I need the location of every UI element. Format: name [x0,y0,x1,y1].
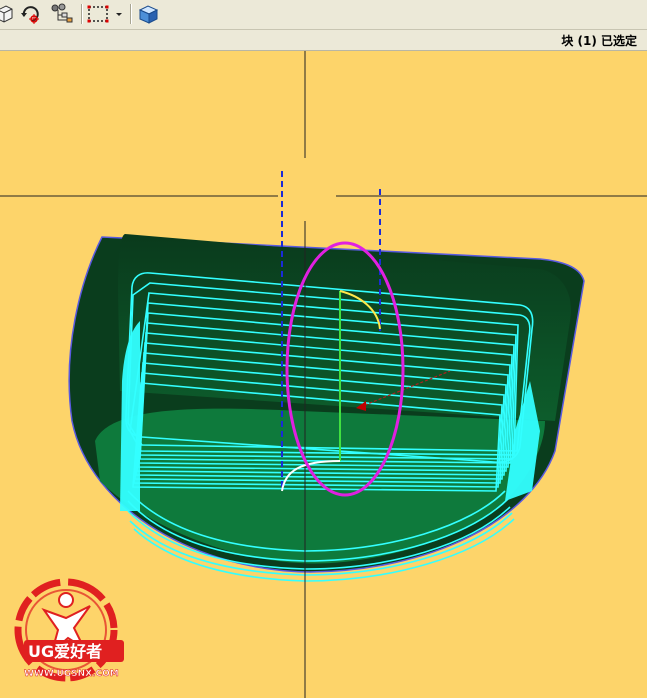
toolbar-separator [81,4,83,24]
svg-text:UG爱好者: UG爱好者 [28,642,102,661]
toolbar-separator [130,4,132,24]
dropdown-arrow-icon[interactable] [113,2,125,26]
toolbar [0,0,647,30]
status-bar: 块 (1) 已选定 [0,30,647,51]
ug-logo: UG爱好者 WWW.UGSNX.COM [10,572,132,690]
selection-status: 块 (1) 已选定 [561,34,637,48]
selection-box-icon[interactable] [86,2,110,26]
assembly-tree-icon[interactable] [48,2,73,26]
shaded-block-icon[interactable] [136,2,160,26]
rotate-icon[interactable] [18,2,42,26]
view-cube-icon[interactable] [0,2,18,26]
svg-text:WWW.UGSNX.COM: WWW.UGSNX.COM [24,669,119,679]
